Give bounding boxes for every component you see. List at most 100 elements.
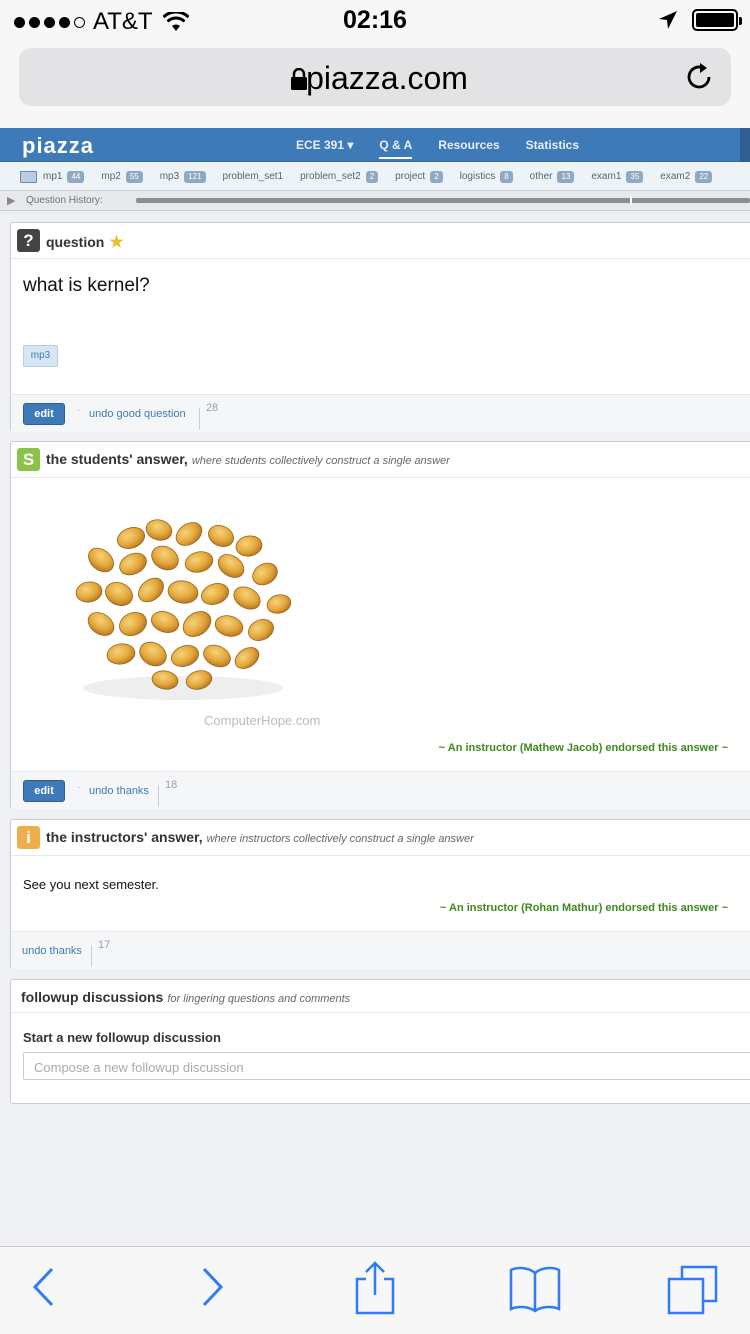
folder-count: 55	[125, 170, 143, 183]
folder-project[interactable]: project 2	[395, 170, 443, 183]
tabs-icon[interactable]	[666, 1265, 720, 1317]
piazza-topnav: piazza ECE 391 ▾ Q & A Resources Statist…	[0, 128, 750, 162]
share-icon[interactable]	[354, 1261, 396, 1315]
folder-count: 2	[365, 170, 379, 183]
separator-dot: ·	[77, 782, 81, 793]
separator-dot: ·	[77, 405, 81, 416]
nav-qa[interactable]: Q & A	[379, 138, 412, 159]
undo-thanks-instructors-link[interactable]: undo thanks	[22, 945, 82, 957]
folder-count: 8	[500, 170, 513, 183]
battery-icon	[692, 9, 742, 31]
question-body: what is kernel?	[23, 275, 150, 296]
undo-good-question-link[interactable]: undo good question	[89, 408, 186, 420]
instructors-answer-subtitle: where instructors collectively construct…	[206, 833, 474, 845]
forward-icon[interactable]	[196, 1265, 226, 1309]
folder-count: 2	[430, 170, 443, 183]
folder-count: 22	[695, 170, 713, 183]
instructors-answer-actions: undo thanks 17	[11, 931, 750, 969]
folder-other[interactable]: other 13	[529, 170, 575, 183]
students-answer-title-text: the students' answer,	[46, 451, 188, 467]
followup-title-text: followup discussions	[21, 989, 164, 1005]
bookmarks-icon[interactable]	[508, 1265, 562, 1313]
folder-count: 35	[626, 170, 644, 183]
nav-statistics[interactable]: Statistics	[526, 138, 579, 152]
start-followup-label: Start a new followup discussion	[23, 1030, 221, 1045]
question-actions: edit · undo good question 28	[11, 394, 750, 432]
question-mark-icon: ?	[17, 229, 40, 252]
instructors-answer-endorsement: ~ An instructor (Rohan Mathur) endorsed …	[439, 902, 728, 914]
instructors-answer-icon: i	[17, 826, 40, 849]
folder-label: mp1	[43, 171, 63, 182]
undo-thanks-students-link[interactable]: undo thanks	[89, 785, 149, 797]
edit-question-button[interactable]: edit	[23, 403, 65, 425]
folder-label: mp3	[159, 171, 180, 182]
students-answer-card: S the students' answer, where students co…	[10, 441, 750, 809]
students-answer-title: the students' answer, where students coll…	[46, 451, 450, 467]
browser-address-area: piazza.com	[0, 40, 750, 128]
students-answer-actions: edit · undo thanks 18	[11, 771, 750, 809]
followup-title: followup discussions for lingering questi…	[21, 989, 350, 1005]
star-icon[interactable]: ★	[109, 234, 123, 251]
history-toggle-icon[interactable]: ▶	[7, 194, 15, 207]
reload-icon[interactable]	[683, 61, 715, 93]
folder-logistics[interactable]: logistics 8	[459, 170, 513, 183]
folder-mp3[interactable]: mp3 121	[159, 170, 206, 183]
question-title-text: question	[46, 234, 105, 250]
address-bar[interactable]: piazza.com	[19, 48, 731, 106]
students-answer-icon: S	[17, 448, 40, 471]
battery-fill	[696, 13, 734, 27]
followup-header: followup discussions for lingering questi…	[11, 980, 750, 1013]
folder-label: project	[395, 171, 426, 182]
question-card: ? question ★ what is kernel? mp3 edit · u…	[10, 222, 750, 432]
status-bar: AT&T 02:16	[0, 0, 750, 40]
students-thanks-count: 18	[158, 780, 177, 807]
followup-subtitle: for lingering questions and comments	[167, 993, 351, 1005]
folder-exam2[interactable]: exam2 22	[660, 170, 713, 183]
instructors-answer-title: the instructors' answer, where instructor…	[46, 829, 474, 845]
folder-exam1[interactable]: exam1 35	[591, 170, 644, 183]
folder-problem-set2[interactable]: problem_set2 2	[300, 170, 379, 183]
nav-resources[interactable]: Resources	[438, 138, 499, 152]
folder-label: exam1	[591, 171, 622, 182]
history-slider-handle[interactable]	[630, 196, 632, 205]
instructors-answer-title-text: the instructors' answer,	[46, 829, 203, 845]
followup-card: followup discussions for lingering questi…	[10, 979, 750, 1104]
folder-mp1[interactable]: mp1 44	[43, 170, 85, 183]
nav-class-selector[interactable]: ECE 391 ▾	[296, 138, 353, 152]
folder-mp2[interactable]: mp2 55	[101, 170, 143, 183]
question-title: question ★	[46, 232, 124, 252]
folder-problem-set1[interactable]: problem_set1	[223, 171, 284, 182]
corn-kernels-image	[75, 519, 292, 700]
image-credit: ComputerHope.com	[204, 713, 321, 728]
folder-icon[interactable]	[20, 170, 37, 183]
piazza-logo[interactable]: piazza	[22, 133, 94, 159]
browser-toolbar	[0, 1246, 750, 1334]
edit-students-answer-button[interactable]: edit	[23, 780, 65, 802]
history-slider[interactable]	[136, 198, 750, 203]
back-icon[interactable]	[30, 1265, 60, 1309]
good-question-count: 28	[199, 403, 218, 430]
location-arrow-icon	[659, 11, 677, 29]
url-text: piazza.com	[306, 60, 468, 96]
folder-bar: mp1 44 mp2 55 mp3 121 problem_set1 problem_…	[0, 163, 750, 191]
folder-count: 44	[67, 170, 85, 183]
folder-label: exam2	[660, 171, 691, 182]
students-answer-subtitle: where students collectively construct a …	[191, 455, 450, 467]
tag-mp3[interactable]: mp3	[23, 345, 58, 367]
status-time: 02:16	[343, 6, 407, 34]
status-right	[658, 9, 742, 31]
folder-count: 13	[557, 170, 575, 183]
nav-edge	[740, 128, 750, 162]
students-answer-header: S the students' answer, where students co…	[11, 442, 750, 478]
folder-label: mp2	[101, 171, 121, 182]
instructors-answer-card: i the instructors' answer, where instruct…	[10, 819, 750, 969]
folder-label: logistics	[459, 171, 496, 182]
nav-items: ECE 391 ▾ Q & A Resources Statistics	[296, 138, 605, 159]
question-header: ? question ★	[11, 223, 750, 259]
folder-label: problem_set1	[222, 171, 284, 182]
instructors-answer-header: i the instructors' answer, where instruct…	[11, 820, 750, 856]
folder-label: other	[529, 171, 553, 182]
history-label: Question History:	[26, 195, 103, 206]
folder-count: 121	[184, 170, 206, 183]
followup-input[interactable]: Compose a new followup discussion	[23, 1052, 750, 1080]
